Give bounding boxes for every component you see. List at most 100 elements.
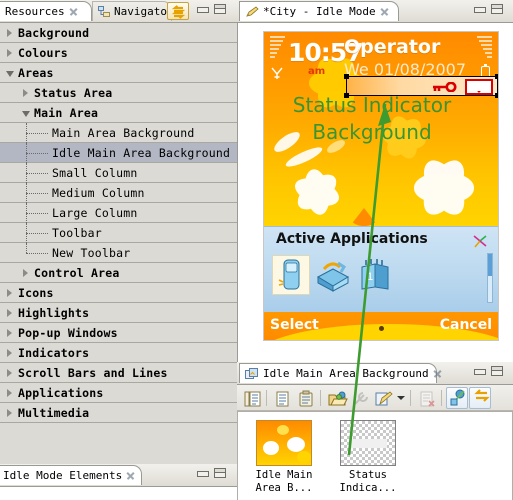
chevron-right-icon[interactable] [6, 49, 14, 57]
chevron-down-icon[interactable] [6, 69, 14, 77]
tree-item-toolbar[interactable]: Toolbar [0, 223, 237, 243]
tree-item-status-area[interactable]: Status Area [0, 83, 237, 103]
properties-icon[interactable] [446, 386, 468, 409]
tree-item-colours[interactable]: Colours [0, 43, 237, 63]
back-icon[interactable] [469, 386, 491, 409]
thumbnail-caption: Status Indica... [339, 469, 397, 494]
navigator-icon [98, 6, 110, 17]
link-with-editor-button[interactable] [167, 2, 189, 20]
active-applications-icon-list[interactable]: 1 [272, 255, 394, 295]
tree-item-highlights[interactable]: Highlights [0, 303, 237, 323]
tree-item-label: New Toolbar [52, 246, 131, 260]
tree-item-label: Background [18, 26, 90, 40]
tree-item-label: Toolbar [52, 226, 102, 240]
chevron-right-icon[interactable] [6, 309, 14, 317]
gallery-item-status-indicator[interactable]: Status Indica... [330, 420, 406, 495]
tree-guide-line [26, 253, 48, 254]
tree-item-background[interactable]: Background [0, 23, 237, 43]
phone-app-icon[interactable] [272, 255, 310, 295]
operator-label: Operator [344, 36, 441, 58]
close-icon[interactable] [433, 369, 442, 378]
tree-item-large-column[interactable]: Large Column [0, 203, 237, 223]
close-icon[interactable] [69, 7, 78, 16]
tree-item-icons[interactable]: Icons [0, 283, 237, 303]
tab-city-idle-mode[interactable]: *City - Idle Mode [239, 1, 399, 21]
properties-toolbar[interactable] [237, 385, 513, 411]
calendar-app-icon[interactable]: 1 [356, 255, 394, 295]
softkey-right-label[interactable]: Cancel [440, 317, 492, 333]
resource-gallery[interactable]: Idle Main Area B... Status Indica... [237, 411, 513, 500]
tree-item-multimedia[interactable]: Multimedia [0, 403, 237, 423]
tab-idle-mode-elements[interactable]: Idle Mode Elements [0, 465, 142, 485]
tools-app-icon[interactable] [314, 255, 352, 295]
tree-item-small-column[interactable]: Small Column [0, 163, 237, 183]
close-icon[interactable] [380, 7, 389, 16]
chevron-right-icon[interactable] [6, 409, 14, 417]
chevron-right-icon[interactable] [22, 269, 30, 277]
tab-resources[interactable]: Resources [0, 1, 92, 21]
chevron-right-icon[interactable] [6, 329, 14, 337]
tree-item-main-area[interactable]: Main Area [0, 103, 237, 123]
active-applications-panel[interactable]: Active Applications 1 [264, 226, 498, 312]
resize-handle[interactable] [344, 74, 349, 79]
tab-resources-label: Resources [5, 5, 65, 18]
chevron-down-icon[interactable] [394, 387, 406, 409]
close-icon[interactable] [126, 471, 135, 480]
list-view-icon[interactable] [240, 387, 262, 409]
delete-icon [415, 387, 437, 409]
tab-idle-mode-elements-label: Idle Mode Elements [3, 469, 123, 482]
maximize-icon[interactable] [214, 4, 226, 14]
link-with-editor-icon [171, 5, 186, 22]
tree-item-control-area[interactable]: Control Area [0, 263, 237, 283]
edit-icon[interactable] [371, 387, 393, 409]
resize-handle[interactable] [495, 93, 498, 98]
maximize-icon[interactable] [491, 366, 503, 376]
tree-item-idle-main-area-background[interactable]: Idle Main Area Background [0, 143, 237, 163]
app-panel-scrollbar[interactable] [487, 253, 493, 303]
copy-icon[interactable] [271, 387, 293, 409]
minimize-icon[interactable] [196, 468, 209, 478]
maximize-icon[interactable] [214, 468, 226, 478]
minimize-icon[interactable] [473, 4, 486, 14]
resize-handle[interactable] [495, 74, 498, 79]
tree-item-pop-up-windows[interactable]: Pop-up Windows [0, 323, 237, 343]
chevron-right-icon[interactable] [6, 289, 14, 297]
images-icon [245, 367, 259, 380]
tree-guide-line [26, 153, 48, 154]
chevron-right-icon[interactable] [6, 369, 14, 377]
chevron-right-icon[interactable] [6, 389, 14, 397]
tree-item-label: Icons [18, 286, 54, 300]
tree-item-new-toolbar[interactable]: New Toolbar [0, 243, 237, 263]
tree-item-label: Pop-up Windows [18, 326, 118, 340]
tree-item-label: Main Area Background [52, 126, 195, 140]
chevron-right-icon[interactable] [22, 89, 30, 97]
phone-preview[interactable]: 10:57 am Operator We 01/08/2007 Status I… [263, 31, 499, 341]
gallery-item-idle-main-area-background[interactable]: Idle Main Area B... [246, 420, 322, 495]
idle-main-area-background-view: Idle Main Area Background Idle Main Area… [237, 362, 513, 500]
properties-body: Idle Main Area B... Status Indica... [237, 384, 513, 500]
tree-item-areas[interactable]: Areas [0, 63, 237, 83]
chevron-down-icon[interactable] [22, 109, 30, 117]
tree-item-scroll-bars-and-lines[interactable]: Scroll Bars and Lines [0, 363, 237, 383]
editor-canvas[interactable]: 10:57 am Operator We 01/08/2007 Status I… [237, 22, 513, 362]
open-folder-icon[interactable] [325, 387, 348, 409]
tree-item-main-area-background[interactable]: Main Area Background [0, 123, 237, 143]
tree-item-indicators[interactable]: Indicators [0, 343, 237, 363]
tab-navigator[interactable]: Navigator [92, 1, 174, 21]
softkey-left-label[interactable]: Select [270, 317, 319, 333]
softkey-bar: Select Cancel [264, 312, 498, 340]
minimize-icon[interactable] [473, 366, 486, 376]
minimize-icon[interactable] [196, 4, 209, 14]
tree-guide-line [26, 133, 48, 134]
paste-icon[interactable] [294, 387, 316, 409]
tree-item-applications[interactable]: Applications [0, 383, 237, 403]
tab-idle-main-area-background[interactable]: Idle Main Area Background [239, 363, 437, 383]
tree-item-medium-column[interactable]: Medium Column [0, 183, 237, 203]
maximize-icon[interactable] [491, 4, 503, 14]
idle-main-area-background[interactable]: 10:57 am Operator We 01/08/2007 Status I… [264, 32, 498, 226]
resources-tree[interactable]: Background Colours Areas Status Area Main Ar… [0, 22, 237, 464]
flower-decor-icon [291, 167, 343, 217]
chevron-right-icon[interactable] [6, 29, 14, 37]
toolbar-separator [266, 389, 267, 406]
chevron-right-icon[interactable] [6, 349, 14, 357]
